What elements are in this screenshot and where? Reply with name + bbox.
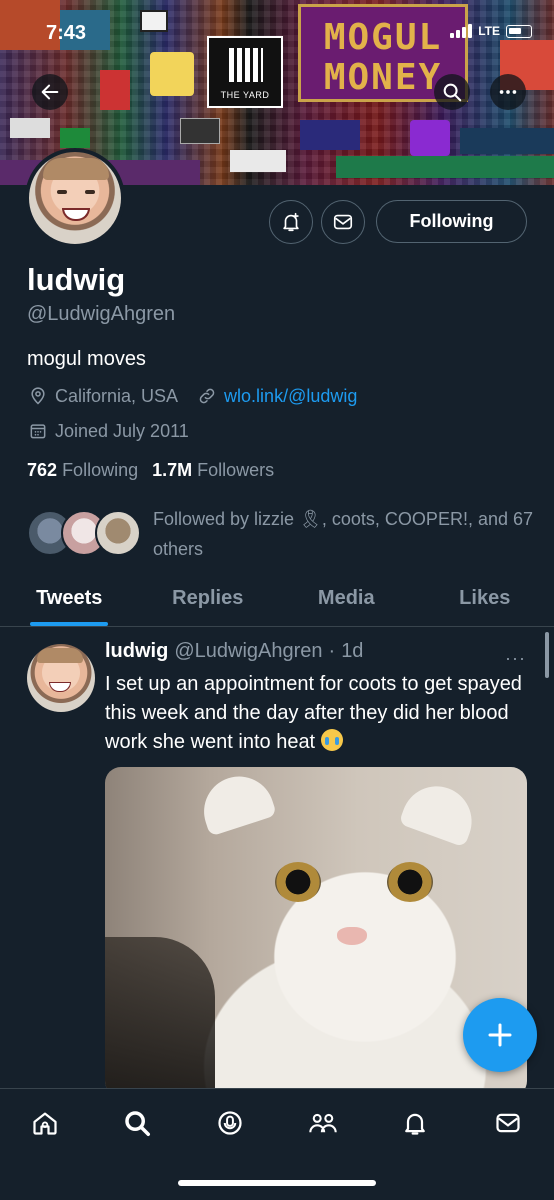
tab-media[interactable]: Media — [277, 570, 416, 626]
follower-avatar — [95, 510, 141, 556]
tweet-author-handle: @LudwigAhgren — [174, 640, 323, 662]
home-icon — [33, 1112, 57, 1135]
nav-home[interactable] — [27, 1105, 63, 1141]
envelope-icon — [496, 1113, 520, 1133]
home-indicator[interactable] — [178, 1180, 376, 1186]
profile-avatar[interactable] — [25, 148, 125, 248]
tweet-separator: · — [328, 640, 336, 662]
following-button[interactable]: Following — [376, 200, 527, 243]
follow-stats: 762 Following 1.7M Followers — [27, 460, 274, 481]
status-indicators: LTE — [450, 24, 532, 38]
message-button[interactable] — [321, 200, 365, 244]
loudly-crying-face-icon — [320, 729, 343, 751]
followed-by-section[interactable]: Followed by lizzie 🎗, coots, COOPER!, an… — [27, 502, 547, 562]
nav-spaces[interactable] — [212, 1105, 248, 1141]
profile-bio: mogul moves — [27, 348, 146, 370]
notifications-toggle-button[interactable] — [269, 200, 313, 244]
tab-tweets[interactable]: Tweets — [0, 570, 139, 626]
profile-location: California, USA — [55, 385, 179, 406]
tab-replies[interactable]: Replies — [139, 570, 278, 626]
link-icon — [196, 385, 218, 407]
bell-plus-icon — [283, 212, 299, 232]
envelope-icon — [333, 214, 353, 230]
network-type: LTE — [478, 24, 500, 38]
profile-handle: @LudwigAhgren — [27, 303, 176, 325]
back-button[interactable] — [32, 74, 68, 110]
arrow-left-icon — [41, 84, 59, 100]
profile-website-link[interactable]: wlo.link/@ludwig — [224, 386, 357, 407]
tweet-header: ludwig @LudwigAhgren · 1d — [105, 640, 363, 663]
search-button[interactable] — [434, 74, 470, 110]
tweet-text: I set up an appointment for coots to get… — [105, 673, 522, 753]
more-options-button[interactable] — [490, 74, 526, 110]
more-dots-icon — [499, 90, 517, 94]
spaces-icon — [218, 1111, 242, 1135]
bell-icon — [405, 1113, 425, 1135]
calendar-icon — [27, 420, 49, 442]
following-count-link[interactable]: 762 Following — [27, 460, 138, 481]
search-icon — [125, 1111, 150, 1136]
status-time: 7:43 — [46, 22, 87, 44]
the-yard-logo: THE YARD — [207, 36, 283, 108]
tweet-time: 1d — [341, 640, 364, 662]
tweet-image[interactable] — [105, 767, 527, 1097]
plus-icon — [488, 1023, 512, 1047]
communities-icon — [309, 1113, 337, 1133]
tweet-author-avatar[interactable] — [27, 644, 95, 712]
nav-messages[interactable] — [490, 1105, 526, 1141]
compose-tweet-button[interactable] — [463, 998, 537, 1072]
profile-joined-row: Joined July 2011 — [27, 420, 189, 442]
profile-tabs: Tweets Replies Media Likes — [0, 570, 554, 627]
followed-by-text: Followed by lizzie 🎗, coots, COOPER!, an… — [153, 509, 534, 559]
nav-search[interactable] — [119, 1105, 155, 1141]
scrollbar[interactable] — [545, 632, 549, 678]
signal-icon — [450, 24, 473, 38]
followers-count-link[interactable]: 1.7M Followers — [152, 460, 274, 481]
profile-name: ludwig — [27, 262, 126, 297]
tweet-more-button[interactable]: ··· — [505, 648, 526, 669]
nav-communities[interactable] — [305, 1105, 341, 1141]
profile-meta-row: California, USA wlo.link/@ludwig — [27, 385, 357, 407]
battery-icon — [506, 24, 532, 38]
location-pin-icon — [27, 385, 49, 407]
profile-joined-date: Joined July 2011 — [55, 420, 189, 441]
tweet-author-name[interactable]: ludwig — [105, 640, 168, 663]
search-icon — [443, 83, 462, 102]
tab-likes[interactable]: Likes — [416, 570, 554, 626]
nav-notifications[interactable] — [397, 1105, 433, 1141]
